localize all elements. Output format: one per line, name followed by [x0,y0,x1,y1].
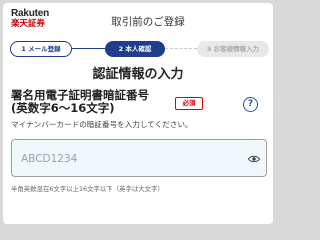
logo-text-en: Rakuten [11,8,50,19]
app-frame: Rakuten 楽天証券 取引前のご登録 1 メール登録 2 本人確認 3 お客… [3,3,273,224]
step-connector-done [72,48,105,49]
input-hint: 半角英数混在6文字以上16文字以下（英字は大文字） [11,185,164,193]
field-label: 署名用電子証明書暗証番号 (英数字6～16文字) [11,89,181,115]
step-customer-info: 3 お客様情報入力 [197,41,269,57]
header-title: 取引前のご登録 [111,16,185,28]
help-icon[interactable]: ? [243,97,258,112]
step-connector-upcoming [165,48,197,49]
header: Rakuten 楽天証券 取引前のご登録 [3,3,273,39]
logo-text-jp: 楽天証券 [11,19,46,29]
field-description: マイナンバーカードの暗証番号を入力してください。 [11,120,193,129]
rakuten-logo: Rakuten 楽天証券 [11,8,49,30]
progress-steps: 1 メール登録 2 本人確認 3 お客様情報入力 [3,41,273,57]
pin-input[interactable] [21,151,221,167]
eye-icon[interactable] [248,154,260,164]
step-email-registration: 1 メール登録 [10,41,72,57]
required-badge: 必須 [175,97,203,110]
step-identity-verification: 2 本人確認 [105,41,165,57]
pin-input-box [11,139,267,177]
page-title: 認証情報の入力 [92,67,184,82]
field-label-text: 署名用電子証明書暗証番号 (英数字6～16文字) [11,88,149,115]
